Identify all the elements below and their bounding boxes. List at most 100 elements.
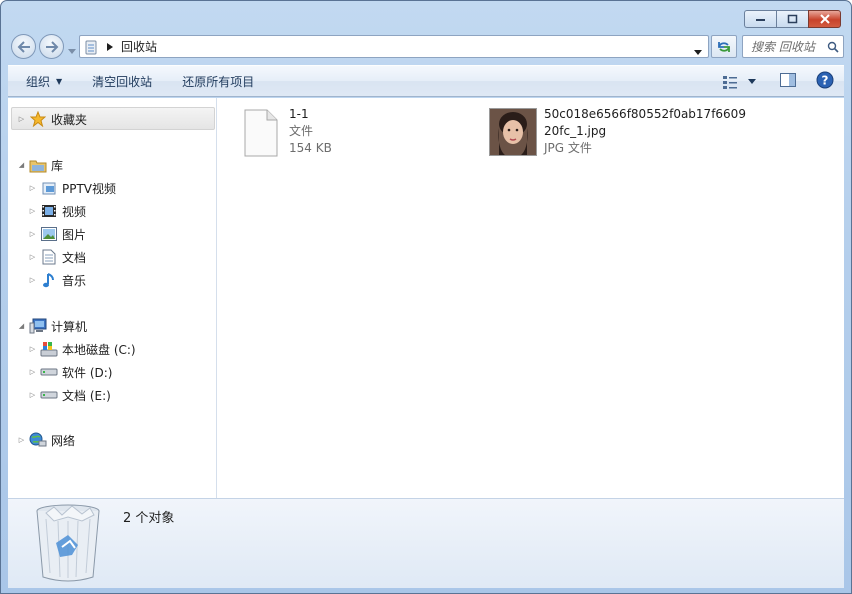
change-view-button[interactable] [722,75,756,89]
organize-menu[interactable]: 组织 ▼ [14,69,74,93]
nav-label: 文档 (E:) [62,388,111,403]
item-count: 2 个对象 [123,511,175,526]
hard-drive-icon [40,364,58,380]
command-bar: 组织 ▼ 清空回收站 还原所有项目 ? [8,65,844,97]
expand-arrow-icon[interactable]: ▷ [28,184,37,192]
nav-item-drive-d[interactable]: ▷ 软件 (D:) [28,362,113,382]
window-controls [744,10,841,28]
recent-pages-dropdown[interactable] [68,43,76,57]
search-icon [827,41,839,53]
chevron-down-icon [748,79,756,84]
computer-icon [29,318,47,334]
refresh-icon [718,41,730,52]
expand-arrow-icon[interactable]: ▷ [28,253,37,261]
content-area: ▷ 收藏夹 ◢ 库 ▷ PPTV视频 ▷ 视频 ▷ 图片 ▷ 文档 ▷ 音乐 ◢… [8,98,844,498]
expand-arrow-icon[interactable]: ▷ [28,391,37,399]
nav-label: 图片 [62,227,87,242]
back-button[interactable] [11,34,36,59]
explorer-window: 回收站 组织 ▼ 清空回收站 还原所有项目 [0,0,852,594]
address-dropdown[interactable] [694,44,702,58]
nav-item-documents[interactable]: ▷ 文档 [28,247,86,267]
forward-arrow-icon [45,40,58,53]
collapse-arrow-icon[interactable]: ◢ [17,322,26,330]
file-type: 文件 [289,124,314,138]
empty-recycle-bin-button[interactable]: 清空回收站 [80,69,164,93]
file-list: 1-1 文件 154 KB 50c018e6566f80552f0ab17f66… [218,98,844,498]
nav-item-favorites[interactable]: ▷ 收藏夹 [17,109,87,129]
nav-label: 本地磁盘 (C:) [62,342,136,357]
nav-item-music[interactable]: ▷ 音乐 [28,270,86,290]
file-info: 1-1 文件 154 KB [289,106,332,158]
expand-arrow-icon[interactable]: ▷ [28,207,37,215]
help-icon: ? [816,71,834,89]
recycle-bin-small-icon [83,39,99,55]
view-controls: ? [722,71,834,92]
expand-arrow-icon[interactable]: ▷ [28,276,37,284]
preview-pane-icon [780,73,796,87]
address-bar[interactable]: 回收站 [79,35,709,58]
breadcrumb-separator-icon[interactable] [107,40,113,54]
file-size: 154 KB [289,141,332,155]
collapse-arrow-icon[interactable]: ◢ [17,161,26,169]
nav-label: PPTV视频 [62,181,117,196]
document-icon [40,249,58,265]
file-name-line2: 20fc_1.jpg [544,124,607,138]
nav-item-pptv[interactable]: ▷ PPTV视频 [28,178,116,198]
file-item[interactable]: 1-1 文件 154 KB [243,106,332,158]
nav-label: 网络 [51,433,76,448]
star-icon [29,111,47,127]
library-folder-icon [29,157,47,173]
svg-text:?: ? [822,74,829,88]
file-item[interactable]: 50c018e6566f80552f0ab17f6609 20fc_1.jpg … [489,106,746,157]
details-pane: 2 个对象 [8,498,844,588]
network-globe-icon [29,432,47,448]
chevron-down-icon [68,49,76,54]
nav-label: 计算机 [51,319,88,334]
close-button[interactable] [808,10,841,28]
nav-item-computer[interactable]: ◢ 计算机 [17,316,87,336]
search-input[interactable] [751,39,827,54]
expand-arrow-icon[interactable]: ▷ [28,230,37,238]
expand-arrow-icon[interactable]: ▷ [17,115,26,123]
nav-item-videos[interactable]: ▷ 视频 [28,201,86,221]
expand-arrow-icon[interactable]: ▷ [28,368,37,376]
picture-icon [40,226,58,242]
navigation-pane: ▷ 收藏夹 ◢ 库 ▷ PPTV视频 ▷ 视频 ▷ 图片 ▷ 文档 ▷ 音乐 ◢… [8,98,217,498]
maximize-button[interactable] [776,10,808,28]
preview-pane-button[interactable] [780,73,796,90]
back-arrow-icon [17,40,30,53]
expand-arrow-icon[interactable]: ▷ [17,436,26,444]
view-list-icon [723,75,737,89]
nav-label: 软件 (D:) [62,365,113,380]
restore-all-button[interactable]: 还原所有项目 [170,69,266,93]
nav-item-drive-e[interactable]: ▷ 文档 (E:) [28,385,111,405]
film-icon [40,203,58,219]
nav-label: 音乐 [62,273,87,288]
search-box[interactable] [742,35,844,58]
nav-item-pictures[interactable]: ▷ 图片 [28,224,86,244]
nav-item-drive-c[interactable]: ▷ 本地磁盘 (C:) [28,339,136,359]
forward-button[interactable] [39,34,64,59]
help-button[interactable]: ? [816,71,834,92]
chevron-down-icon [694,50,702,55]
hard-drive-icon [40,387,58,403]
chevron-down-icon: ▼ [56,76,63,86]
music-note-icon [40,272,58,288]
system-drive-icon [40,341,58,357]
refresh-button[interactable] [711,35,737,58]
minimize-button[interactable] [744,10,776,28]
blank-file-icon [244,109,278,157]
file-type: JPG 文件 [544,141,592,155]
nav-label: 库 [51,158,64,173]
nav-item-network[interactable]: ▷ 网络 [17,430,75,450]
file-name: 1-1 [289,107,309,121]
file-info: 50c018e6566f80552f0ab17f6609 20fc_1.jpg … [544,106,746,157]
breadcrumb-recycle-bin[interactable]: 回收站 [121,38,157,55]
pptv-folder-icon [40,180,58,196]
file-name-line1: 50c018e6566f80552f0ab17f6609 [544,107,746,121]
nav-label: 文档 [62,250,87,265]
nav-label: 视频 [62,204,87,219]
expand-arrow-icon[interactable]: ▷ [28,345,37,353]
organize-label: 组织 [26,74,51,89]
nav-item-libraries[interactable]: ◢ 库 [17,155,63,175]
